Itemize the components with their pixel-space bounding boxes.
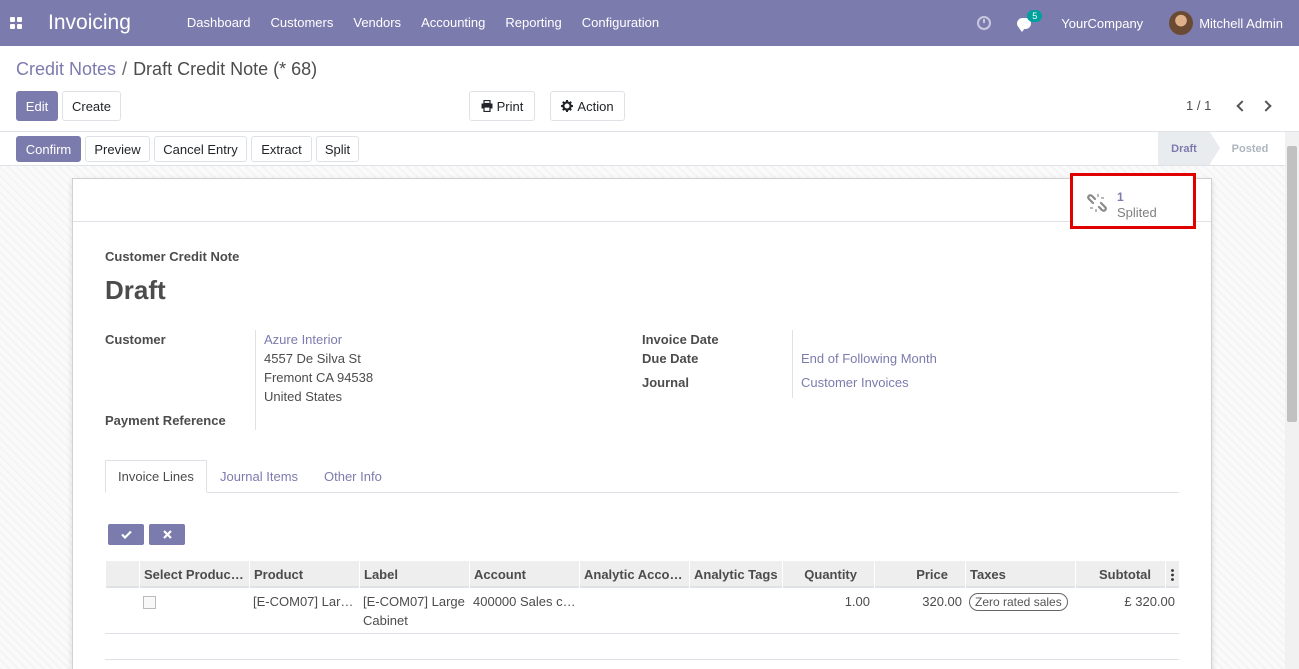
col-account[interactable]: Account xyxy=(469,561,579,588)
pager-previous-icon[interactable] xyxy=(1236,100,1248,112)
menu-dashboard[interactable]: Dashboard xyxy=(177,0,261,46)
top-navbar: Invoicing Dashboard Customers Vendors Ac… xyxy=(0,0,1299,46)
menu-vendors[interactable]: Vendors xyxy=(343,0,411,46)
right-group-divider xyxy=(792,330,793,398)
discard-lines-button[interactable] xyxy=(149,524,185,545)
main-menu: Dashboard Customers Vendors Accounting R… xyxy=(177,0,669,46)
breadcrumb-separator: / xyxy=(122,59,128,79)
journal-label: Journal xyxy=(642,375,689,390)
user-avatar[interactable] xyxy=(1169,11,1194,35)
company-switcher[interactable]: YourCompany xyxy=(1061,16,1143,31)
cell-label-line2[interactable]: Cabinet xyxy=(363,613,408,628)
cell-quantity[interactable]: 1.00 xyxy=(782,594,870,609)
menu-customers[interactable]: Customers xyxy=(261,0,344,46)
table-row[interactable]: [E-COM07] Lar… [E-COM07] Large Cabinet 4… xyxy=(105,588,1179,634)
invoice-lines-header: Select Produc… Product Label Account Ana… xyxy=(105,561,1179,588)
due-date-value[interactable]: End of Following Month xyxy=(801,351,937,366)
splited-smart-button[interactable]: 1 Splited xyxy=(1070,173,1196,229)
invoice-date-label: Invoice Date xyxy=(642,332,719,347)
col-label[interactable]: Label xyxy=(359,561,469,588)
handle-column xyxy=(105,561,139,588)
customer-name-link[interactable]: Azure Interior xyxy=(264,332,342,347)
scroll-thumb[interactable] xyxy=(1287,146,1297,422)
left-group-divider xyxy=(255,330,256,430)
customer-label: Customer xyxy=(105,332,166,347)
tax-tag[interactable]: Zero rated sales xyxy=(969,593,1068,611)
col-taxes[interactable]: Taxes xyxy=(965,561,1075,588)
pager-next-icon[interactable] xyxy=(1260,100,1272,112)
col-quantity[interactable]: Quantity xyxy=(782,561,874,588)
activity-clock-icon[interactable] xyxy=(977,16,992,30)
customer-address-line3: United States xyxy=(264,389,343,404)
table-footer-divider xyxy=(105,659,1179,660)
cell-product[interactable]: [E-COM07] Lar… xyxy=(253,594,357,609)
gear-icon xyxy=(561,100,574,112)
print-label: Print xyxy=(496,98,524,114)
col-price[interactable]: Price xyxy=(874,561,965,588)
cell-subtotal: £ 320.00 xyxy=(1124,594,1175,609)
tab-invoice-lines[interactable]: Invoice Lines xyxy=(105,460,207,493)
save-lines-button[interactable] xyxy=(108,524,144,545)
stage-posted[interactable]: Posted xyxy=(1222,132,1278,165)
pager-value[interactable]: 1 / 1 xyxy=(1186,98,1211,113)
split-button[interactable]: Split xyxy=(316,136,359,162)
col-product[interactable]: Product xyxy=(249,561,359,588)
tab-journal-items[interactable]: Journal Items xyxy=(208,460,310,493)
chat-count-badge: 5 xyxy=(1027,9,1043,22)
menu-reporting[interactable]: Reporting xyxy=(495,0,571,46)
create-button[interactable]: Create xyxy=(62,91,121,121)
messaging-menu[interactable]: 5 xyxy=(1017,9,1043,32)
col-select-product[interactable]: Select Produc… xyxy=(139,561,249,588)
breadcrumb-credit-notes[interactable]: Credit Notes xyxy=(16,59,116,79)
cell-account[interactable]: 400000 Sales c… xyxy=(473,594,579,609)
splited-label: Splited xyxy=(1117,205,1157,220)
preview-button[interactable]: Preview xyxy=(85,136,150,162)
tab-other-info[interactable]: Other Info xyxy=(312,460,394,493)
kebab-menu-icon xyxy=(1171,568,1174,581)
breadcrumb: Credit Notes / Draft Credit Note (* 68) xyxy=(16,59,317,80)
document-type-label: Customer Credit Note xyxy=(105,249,240,264)
col-subtotal[interactable]: Subtotal xyxy=(1075,561,1165,588)
cell-price[interactable]: 320.00 xyxy=(874,594,962,609)
action-button[interactable]: Action xyxy=(550,91,625,121)
splited-count: 1 xyxy=(1117,190,1124,204)
close-icon xyxy=(162,530,172,539)
payment-reference-label: Payment Reference xyxy=(105,413,226,428)
check-icon xyxy=(120,530,132,539)
page-scrollbar[interactable] xyxy=(1285,132,1299,669)
apps-menu-icon[interactable] xyxy=(0,0,32,46)
journal-value[interactable]: Customer Invoices xyxy=(801,375,909,390)
cancel-entry-button[interactable]: Cancel Entry xyxy=(154,136,247,162)
unlink-icon xyxy=(1087,194,1107,212)
select-product-checkbox[interactable] xyxy=(143,596,156,609)
action-label: Action xyxy=(577,98,614,114)
user-menu[interactable]: Mitchell Admin xyxy=(1199,16,1283,31)
stage-draft[interactable]: Draft xyxy=(1158,132,1220,165)
edit-button[interactable]: Edit xyxy=(16,91,58,121)
navbar-systray: 5 YourCompany Mitchell Admin xyxy=(977,0,1283,46)
confirm-button[interactable]: Confirm xyxy=(16,136,81,162)
due-date-label: Due Date xyxy=(642,351,699,366)
button-box-divider xyxy=(73,221,1211,222)
document-name: Draft xyxy=(105,275,166,305)
print-button[interactable]: Print xyxy=(469,91,535,121)
col-analytic-account[interactable]: Analytic Acco… xyxy=(579,561,689,588)
extract-button[interactable]: Extract xyxy=(251,136,312,162)
customer-address-line2: Fremont CA 94538 xyxy=(264,370,374,385)
breadcrumb-current: Draft Credit Note (* 68) xyxy=(133,59,318,79)
customer-address-line1: 4557 De Silva St xyxy=(264,351,361,366)
app-title[interactable]: Invoicing xyxy=(48,11,131,35)
menu-configuration[interactable]: Configuration xyxy=(572,0,669,46)
menu-accounting[interactable]: Accounting xyxy=(411,0,495,46)
print-icon xyxy=(481,100,493,112)
col-analytic-tags[interactable]: Analytic Tags xyxy=(689,561,782,588)
cell-label-line1[interactable]: [E-COM07] Large xyxy=(363,594,465,609)
optional-columns-icon[interactable] xyxy=(1165,561,1179,588)
